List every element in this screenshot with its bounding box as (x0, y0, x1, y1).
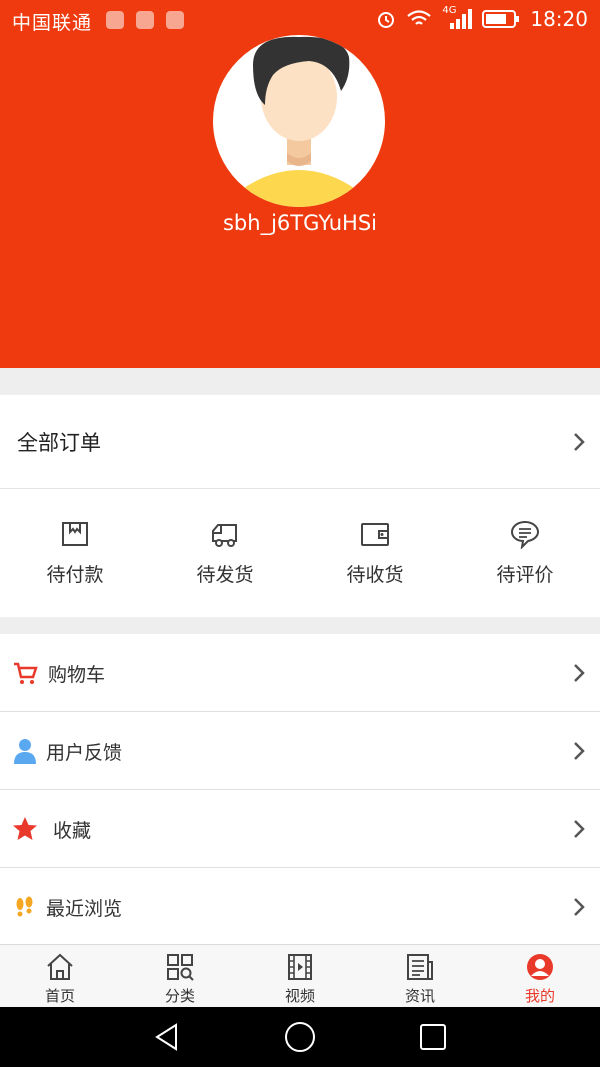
order-type-label: 待收货 (346, 564, 404, 586)
menu-item-feedback[interactable]: 用户反馈 (0, 712, 600, 790)
order-type-pending-review[interactable]: 待评价 (450, 489, 600, 617)
battery-icon (482, 10, 520, 28)
avatar[interactable] (213, 35, 385, 207)
tab-video[interactable]: 视频 (240, 945, 360, 1008)
all-orders-label: 全部订单 (17, 431, 101, 455)
recent-apps-icon[interactable] (418, 1022, 448, 1052)
order-type-pending-receipt[interactable]: 待收货 (300, 489, 450, 617)
pending-payment-icon (62, 522, 88, 546)
alarm-icon (378, 12, 395, 28)
tab-category[interactable]: 分类 (120, 945, 240, 1008)
menu-item-favorites[interactable]: 收藏 (0, 790, 600, 868)
profile-icon (527, 954, 553, 980)
profile-header: sbh_j6TGYuHSi (0, 0, 600, 368)
tab-news[interactable]: 资讯 (360, 945, 480, 1008)
cart-icon (14, 662, 38, 684)
footprints-icon (16, 896, 33, 917)
avatar-illustration (235, 36, 363, 207)
tab-home[interactable]: 首页 (0, 945, 120, 1008)
signal-icon: 4G (442, 5, 473, 30)
tab-mine[interactable]: 我的 (480, 945, 600, 1008)
truck-icon (212, 524, 237, 547)
user-icon (14, 739, 36, 764)
menu-item-label: 收藏 (53, 820, 92, 842)
chevron-right-icon (574, 898, 585, 916)
tab-label: 首页 (44, 987, 75, 1005)
clock: 18:20 (530, 7, 588, 31)
chevron-right-icon (574, 742, 585, 760)
status-bar: 中国联通 4G 18:20 (0, 0, 600, 40)
video-icon (288, 954, 312, 980)
menu-item-label: 购物车 (48, 664, 106, 686)
menu-item-label: 最近浏览 (46, 898, 123, 920)
tab-label: 资讯 (404, 987, 435, 1005)
chevron-right-icon (574, 433, 585, 451)
order-type-label: 待评价 (496, 564, 554, 586)
message-notification-icon (136, 11, 154, 29)
news-icon (407, 954, 433, 980)
bottom-tab-bar: 首页 分类 视频 资讯 我的 (0, 944, 600, 1008)
order-type-label: 待发货 (196, 564, 254, 586)
order-type-label: 待付款 (46, 564, 104, 586)
home-nav-icon[interactable] (283, 1020, 317, 1054)
wifi-icon (407, 10, 432, 25)
tab-label: 我的 (524, 987, 555, 1005)
gallery-notification-icon (166, 11, 184, 29)
menu-item-cart[interactable]: 购物车 (0, 634, 600, 712)
tab-label: 分类 (164, 987, 195, 1005)
order-type-pending-payment[interactable]: 待付款 (0, 489, 150, 617)
category-icon (167, 954, 194, 981)
menu-item-label: 用户反馈 (46, 742, 123, 764)
system-navigation-bar (0, 1007, 600, 1067)
order-status-bar: 待付款 待发货 待收货 待评价 (0, 489, 600, 617)
all-orders-row[interactable]: 全部订单 (0, 395, 600, 489)
menu-list: 购物车 用户反馈 收藏 最近浏览 (0, 634, 600, 944)
star-icon (13, 817, 37, 840)
username: sbh_j6TGYuHSi (222, 211, 377, 235)
tab-label: 视频 (284, 987, 315, 1005)
wallet-icon (361, 523, 389, 546)
chevron-right-icon (574, 664, 585, 682)
comment-icon (510, 520, 540, 549)
carrier-name: 中国联通 (12, 12, 93, 34)
home-icon (47, 953, 73, 980)
menu-item-recent[interactable]: 最近浏览 (0, 868, 600, 945)
health-notification-icon (106, 11, 124, 29)
order-type-pending-shipment[interactable]: 待发货 (150, 489, 300, 617)
back-icon[interactable] (152, 1022, 182, 1052)
chevron-right-icon (574, 820, 585, 838)
